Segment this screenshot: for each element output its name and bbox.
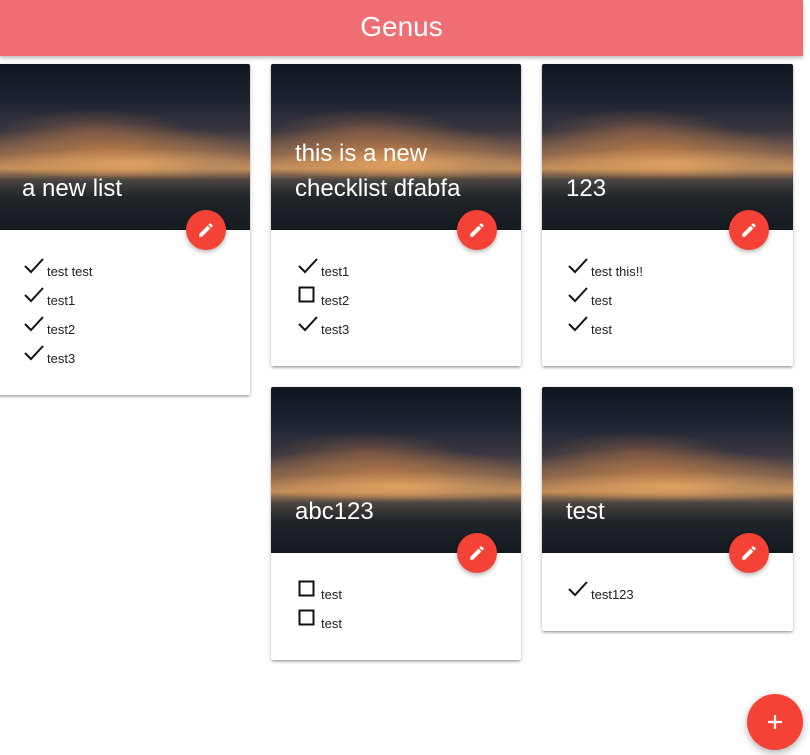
card-title: abc123: [295, 498, 374, 525]
checkmark-icon[interactable]: [568, 580, 588, 600]
checklist-item-label: test: [321, 587, 342, 602]
checklist: test test test1 test2 test3: [24, 257, 234, 373]
checklist-item-label: test3: [321, 322, 350, 337]
checklist-item-label: test3: [47, 351, 76, 366]
checkmark-icon[interactable]: [24, 315, 44, 335]
checkmark-icon[interactable]: [568, 315, 588, 335]
card-title: test: [566, 498, 605, 525]
checklist: test123: [568, 580, 777, 609]
pencil-icon: [742, 546, 756, 560]
checklist-item[interactable]: test test: [24, 257, 234, 286]
card-title: a new list: [22, 175, 123, 202]
checklist-item[interactable]: test3: [298, 315, 505, 344]
card-title: this is a new checklist dfabfa: [295, 140, 461, 202]
checklist-item-label: test2: [321, 293, 350, 308]
checklist-item[interactable]: test: [298, 609, 505, 638]
checklist-item[interactable]: test2: [298, 286, 505, 315]
checklist-item-label: test1: [47, 293, 76, 308]
edit-list-button[interactable]: [186, 210, 226, 250]
plus-icon: [768, 715, 782, 729]
checkmark-icon[interactable]: [24, 286, 44, 306]
checklist: test1 test2 test3: [298, 257, 505, 344]
pencil-icon: [199, 223, 213, 237]
checklist: test test: [298, 580, 505, 638]
edit-list-button[interactable]: [457, 210, 497, 250]
list-card[interactable]: this is a new checklist dfabfa test1 tes…: [271, 64, 521, 366]
pencil-icon: [470, 546, 484, 560]
edit-list-button[interactable]: [457, 533, 497, 573]
checkmark-icon[interactable]: [24, 344, 44, 364]
checklist-item[interactable]: test1: [298, 257, 505, 286]
checklist-item-label: test2: [47, 322, 76, 337]
edit-list-button[interactable]: [729, 533, 769, 573]
checklist-item[interactable]: test: [568, 286, 777, 315]
checklist-item-label: test: [591, 293, 612, 308]
checklist-item[interactable]: test this!!: [568, 257, 777, 286]
empty-checkbox-icon[interactable]: [298, 286, 318, 306]
checkmark-icon[interactable]: [298, 315, 318, 335]
checklist-item[interactable]: test: [298, 580, 505, 609]
checklist-item[interactable]: test: [568, 315, 777, 344]
card-cover-image: test: [542, 387, 793, 553]
checkmark-icon[interactable]: [298, 257, 318, 277]
list-card[interactable]: abc123 test test: [271, 387, 521, 660]
checklist-item-label: test this!!: [591, 264, 644, 279]
checkmark-icon[interactable]: [568, 257, 588, 277]
card-cover-image: abc123: [271, 387, 521, 553]
checklist-item-label: test: [591, 322, 612, 337]
empty-checkbox-icon[interactable]: [298, 580, 318, 600]
card-cover-image: this is a new checklist dfabfa: [271, 64, 521, 230]
empty-checkbox-icon[interactable]: [298, 609, 318, 629]
checklist-item-label: test: [321, 616, 342, 631]
checklist-item-label: test test: [47, 264, 93, 279]
list-card[interactable]: test test123: [542, 387, 793, 631]
checklist-item[interactable]: test2: [24, 315, 234, 344]
checklist-item[interactable]: test1: [24, 286, 234, 315]
app-title: Genus: [360, 11, 443, 42]
list-card[interactable]: 123 test this!! test test: [542, 64, 793, 366]
card-cover-image: 123: [542, 64, 793, 230]
checkmark-icon[interactable]: [24, 257, 44, 277]
pencil-icon: [470, 223, 484, 237]
app-header: Genus: [0, 0, 803, 56]
card-cover-image: a new list: [0, 64, 250, 230]
checkmark-icon[interactable]: [568, 286, 588, 306]
pencil-icon: [742, 223, 756, 237]
checklist-item-label: test123: [591, 587, 634, 602]
checklist: test this!! test test: [568, 257, 777, 344]
checklist-item-label: test1: [321, 264, 350, 279]
card-title: 123: [566, 175, 607, 202]
add-list-button[interactable]: [747, 694, 803, 750]
list-card[interactable]: a new list test test test1 test2 test3: [0, 64, 250, 395]
checklist-item[interactable]: test123: [568, 580, 777, 609]
edit-list-button[interactable]: [729, 210, 769, 250]
checklist-item[interactable]: test3: [24, 344, 234, 373]
